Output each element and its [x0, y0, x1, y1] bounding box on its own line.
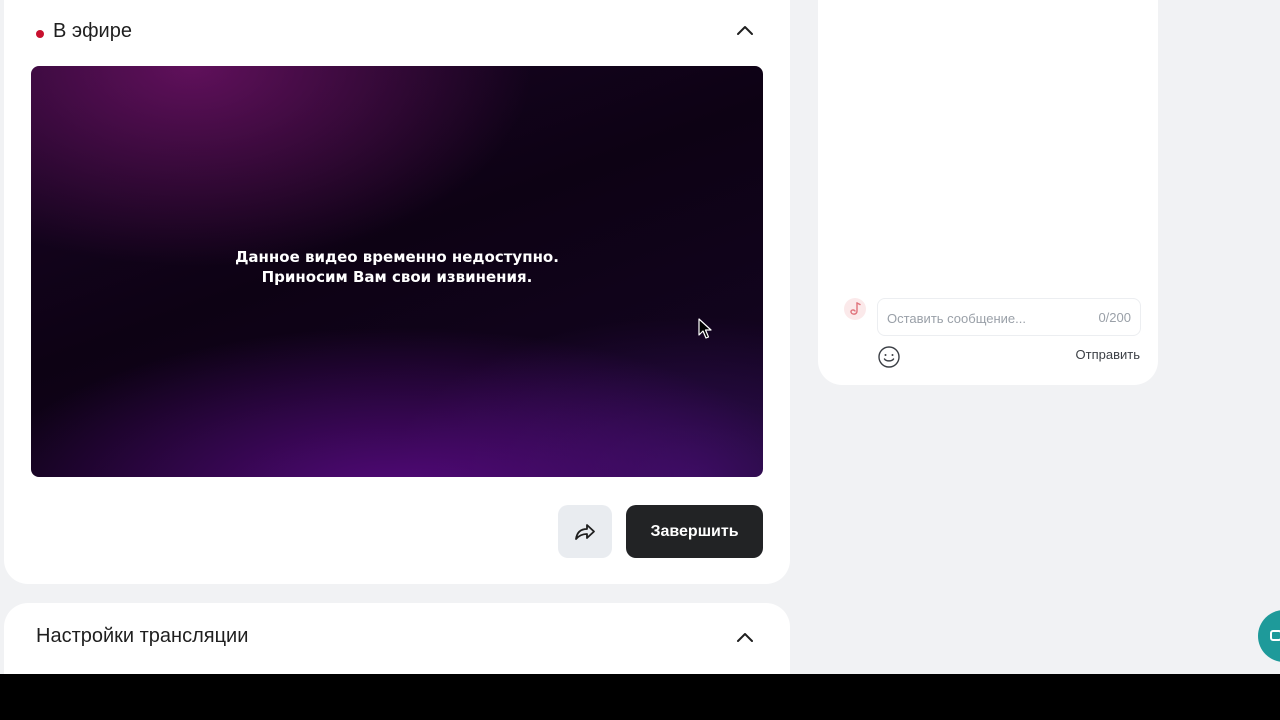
video-player[interactable]: Данное видео временно недоступно. Принос… [31, 66, 763, 477]
chat-char-counter: 0/200 [1098, 310, 1131, 325]
chat-bubble-icon [1270, 630, 1280, 641]
video-message-line-2: Приносим Вам свои извинения. [261, 268, 533, 286]
collapse-settings-button[interactable] [731, 623, 759, 651]
settings-title: Настройки трансляции [36, 625, 249, 647]
bottom-black-bar [0, 674, 1280, 720]
chevron-up-icon [737, 633, 753, 642]
avatar [844, 298, 866, 320]
send-message-button[interactable]: Отправить [1076, 347, 1140, 362]
share-button[interactable] [558, 505, 612, 558]
smiley-icon [878, 346, 900, 368]
share-arrow-icon [575, 523, 595, 540]
live-indicator-dot [36, 30, 44, 38]
live-stream-card: В эфире Данное видео временно недоступно… [4, 0, 790, 584]
collapse-live-button[interactable] [731, 16, 759, 44]
chat-message-input[interactable]: Оставить сообщение... 0/200 [877, 298, 1141, 336]
live-title: В эфире [53, 20, 132, 42]
live-header: В эфире [4, 0, 790, 60]
chat-panel: Оставить сообщение... 0/200 Отправить [818, 0, 1158, 385]
support-chat-widget[interactable] [1258, 610, 1280, 662]
finish-stream-button[interactable]: Завершить [626, 505, 763, 558]
chat-input-placeholder: Оставить сообщение... [887, 311, 1026, 326]
video-unavailable-message: Данное видео временно недоступно. Принос… [31, 247, 763, 287]
video-message-line-1: Данное видео временно недоступно. [235, 248, 559, 266]
user-avatar-icon [850, 302, 861, 315]
mouse-cursor-icon [698, 318, 712, 339]
chevron-up-icon [737, 26, 753, 35]
emoji-button[interactable] [877, 345, 901, 369]
